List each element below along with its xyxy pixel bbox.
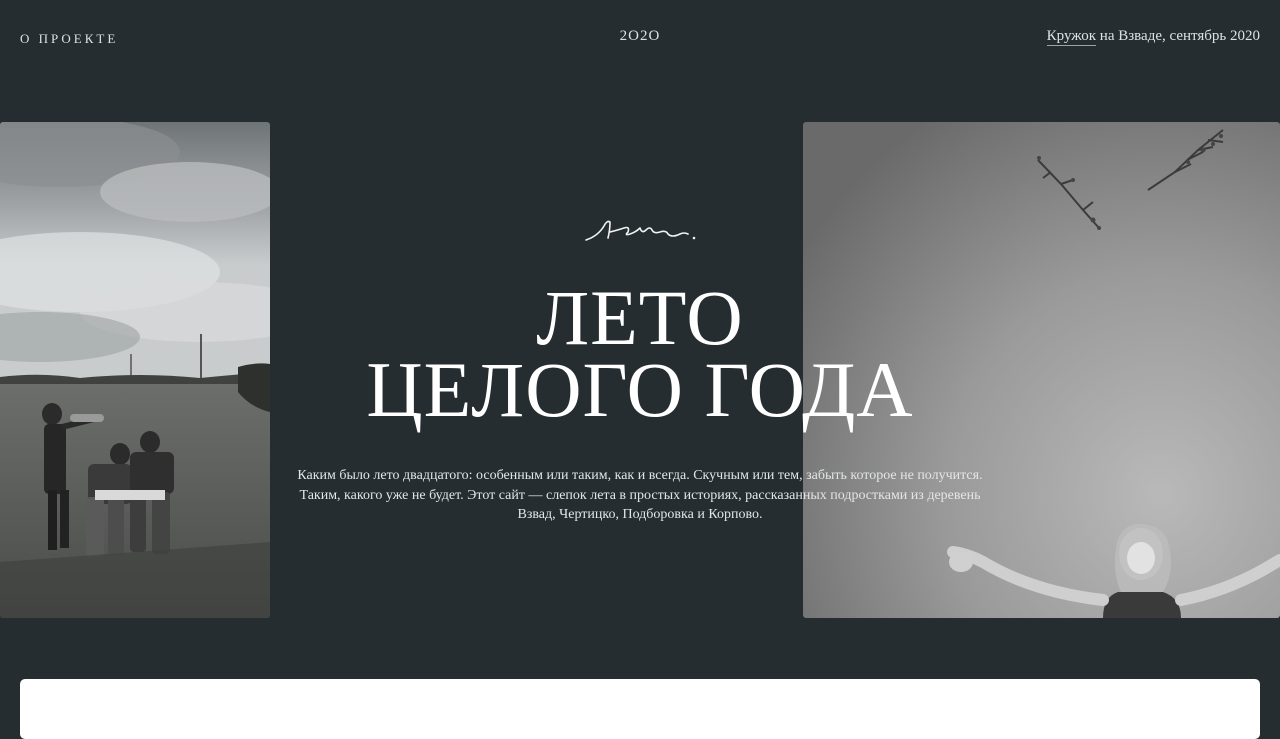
credit-link[interactable]: Кружок xyxy=(1046,28,1097,46)
hero-title: ЛЕТО ЦЕЛОГО ГОДА xyxy=(0,274,1280,433)
hero-title-line2: ЦЕЛОГО ГОДА xyxy=(366,346,914,433)
top-bar: О ПРОЕКТЕ 2O2O Кружок на Взваде, сентябр… xyxy=(0,0,1280,75)
credit-line: Кружок на Взваде, сентябрь 2020 xyxy=(1046,28,1260,46)
hero-lede: Каким было лето двадцатого: особенным ил… xyxy=(297,468,983,522)
hero-title-line1: ЛЕТО xyxy=(536,274,744,361)
content-card xyxy=(20,679,1260,739)
script-wordmark xyxy=(585,220,696,241)
credit-text: на Взваде, сентябрь 2020 xyxy=(1096,28,1260,44)
